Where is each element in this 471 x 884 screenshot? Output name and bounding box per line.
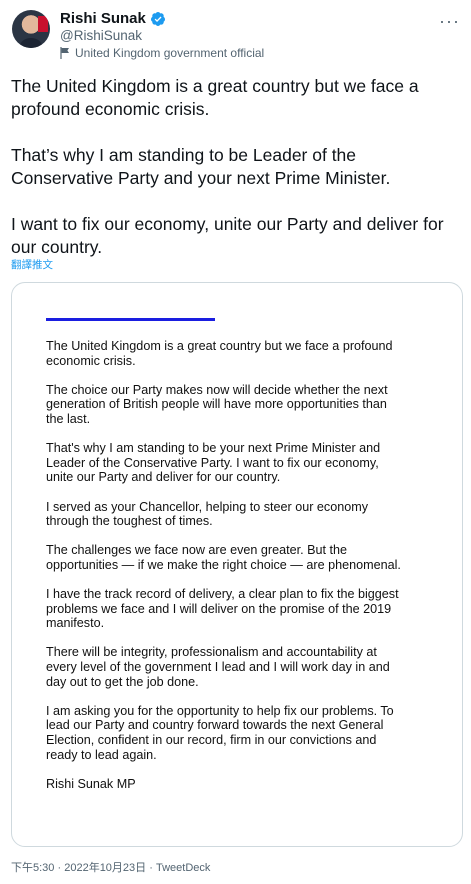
letter-paragraph: There will be integrity, professionalism…	[46, 645, 390, 689]
more-options-icon[interactable]: ···	[439, 12, 460, 30]
letter-text: The United Kingdom is a great country bu…	[46, 339, 406, 791]
author-name[interactable]: Rishi Sunak	[60, 10, 146, 27]
letter-paragraph: I served as your Chancellor, helping to …	[46, 499, 369, 529]
letter-paragraph: I have the track record of delivery, a c…	[46, 587, 399, 631]
letter-paragraph: That's why I am standing to be your next…	[46, 441, 381, 485]
verified-badge-icon	[150, 11, 165, 26]
tweet-source: TweetDeck	[155, 862, 211, 874]
translate-tweet-link[interactable]: 翻譯推文	[11, 257, 53, 272]
tweet-paragraph: That’s why I am standing to be Leader of…	[11, 145, 391, 188]
avatar-flag	[38, 16, 48, 32]
letter-accent-bar	[46, 318, 215, 321]
flag-icon	[60, 47, 69, 59]
author-name-row: Rishi Sunak	[60, 10, 166, 27]
tweet-paragraph: The United Kingdom is a great country bu…	[11, 76, 419, 119]
tweet-paragraph: I want to fix our economy, unite our Par…	[11, 214, 444, 257]
government-label: United Kingdom government official	[60, 46, 264, 60]
letter-paragraph: I am asking you for the opportunity to h…	[46, 703, 394, 762]
letter-paragraph: The challenges we face now are even grea…	[46, 543, 401, 572]
avatar[interactable]	[12, 10, 50, 48]
avatar-suit	[20, 38, 42, 48]
tweet-date[interactable]: 2022年10月23日	[64, 862, 146, 874]
separator: ·	[57, 862, 62, 874]
tweet-metadata: 下午5:30 · 2022年10月23日 · TweetDeck	[11, 859, 210, 875]
government-label-text: United Kingdom government official	[75, 46, 265, 60]
tweet-text: The United Kingdom is a great country bu…	[11, 75, 461, 259]
author-handle[interactable]: @RishiSunak	[60, 28, 142, 43]
letter-paragraph: The United Kingdom is a great country bu…	[46, 339, 393, 368]
letter-paragraph: The choice our Party makes now will deci…	[46, 382, 388, 426]
tweet-time[interactable]: 下午5:30	[11, 862, 54, 874]
tweet-header: Rishi Sunak @RishiSunak United Kingdom g…	[12, 10, 462, 62]
letter-signature: Rishi Sunak MP	[46, 776, 136, 791]
tweet-image[interactable]: The United Kingdom is a great country bu…	[11, 282, 463, 847]
separator: ·	[149, 862, 153, 874]
